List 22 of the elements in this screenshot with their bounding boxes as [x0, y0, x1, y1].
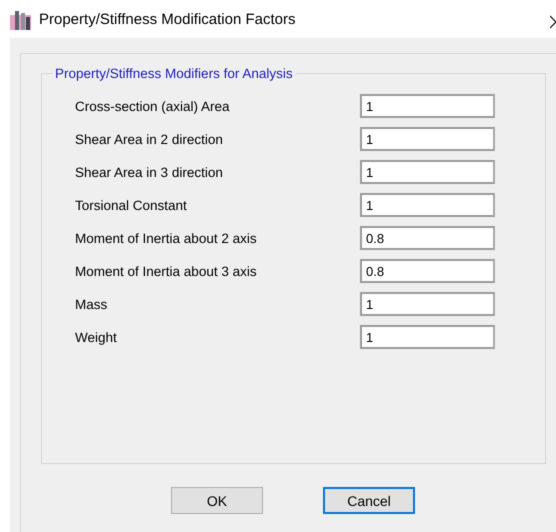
field-label: Torsional Constant: [74, 198, 188, 212]
field-label: Mass: [74, 296, 108, 312]
cancel-button[interactable]: Cancel: [323, 487, 415, 514]
input-field[interactable]: 0.8: [360, 259, 495, 283]
app-icon: [10, 8, 31, 30]
input-field[interactable]: 1: [360, 193, 495, 217]
field-label: Moment of Inertia about 2 axis: [74, 230, 258, 246]
input-field[interactable]: 1: [360, 160, 495, 184]
field-label: Shear Area in 2 direction: [74, 132, 224, 146]
window-title: Property/Stiffness Modification Factors: [39, 10, 296, 28]
field-label: Weight: [74, 330, 118, 344]
input-field[interactable]: 1: [360, 292, 495, 316]
ok-button[interactable]: OK: [171, 487, 263, 514]
field-label: Shear Area in 3 direction: [74, 164, 224, 180]
close-icon[interactable]: [550, 15, 556, 29]
input-field[interactable]: 0.8: [360, 226, 495, 250]
field-label: Moment of Inertia about 3 axis: [74, 264, 258, 278]
input-field[interactable]: 1: [360, 94, 495, 118]
field-label: Cross-section (axial) Area: [74, 98, 231, 114]
group-title: Property/Stiffness Modifiers for Analysis: [52, 65, 296, 82]
input-field[interactable]: 1: [360, 325, 495, 349]
input-field[interactable]: 1: [360, 127, 495, 151]
